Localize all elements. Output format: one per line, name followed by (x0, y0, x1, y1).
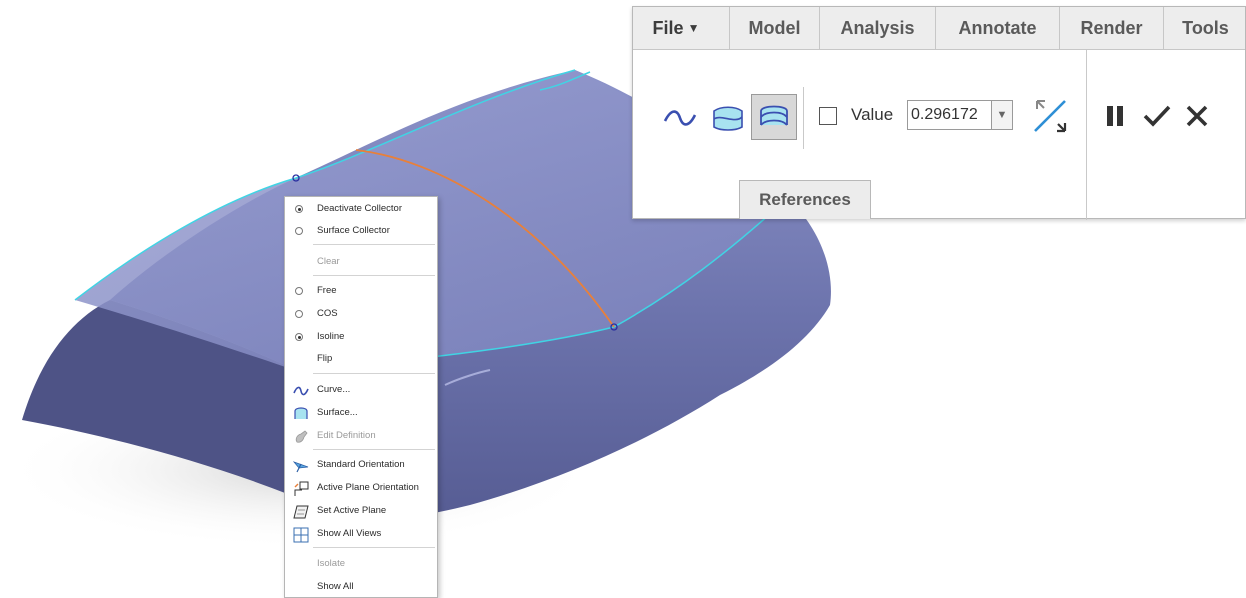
flip-direction-icon[interactable] (1031, 97, 1069, 135)
radio-unselected (295, 227, 303, 235)
tab-file-label: File (652, 18, 684, 38)
menu-item-label: COS (317, 308, 338, 319)
menu-item-edit-definition: Edit Definition (285, 425, 437, 447)
pause-icon[interactable] (1105, 104, 1127, 128)
menu-item-flip[interactable]: Flip (285, 348, 437, 370)
show-all-views-icon (293, 527, 309, 543)
tab-render[interactable]: Render (1059, 7, 1163, 49)
menu-item-label: Flip (317, 353, 333, 364)
menu-item-deactivate-collector[interactable]: Deactivate Collector (285, 198, 437, 220)
radio-selected (295, 333, 303, 341)
menu-separator (313, 244, 435, 245)
menu-item-label: Show All Views (317, 528, 382, 539)
menu-item-label: Deactivate Collector (317, 203, 403, 214)
radio-selected (295, 205, 303, 213)
menu-item-label: Clear (317, 256, 340, 267)
menu-item-label: Active Plane Orientation (317, 482, 419, 493)
standard-orientation-icon (293, 461, 309, 473)
active-plane-orientation-icon (294, 481, 309, 496)
tab-model[interactable]: Model (729, 7, 819, 49)
menu-item-set-active-plane[interactable]: Set Active Plane (285, 500, 437, 522)
menu-item-label: Set Active Plane (317, 505, 387, 516)
tab-file[interactable]: File ▼ (633, 7, 719, 49)
menu-item-label: Free (317, 285, 337, 296)
value-dropdown[interactable]: ▼ (991, 100, 1013, 130)
ribbon-panel: File ▼ Model Analysis Annotate Render Too… (632, 6, 1246, 220)
menu-item-free[interactable]: Free (285, 280, 437, 302)
menu-item-isoline[interactable]: Isoline (285, 326, 437, 348)
close-icon[interactable] (1185, 104, 1209, 128)
tab-analysis[interactable]: Analysis (819, 7, 935, 49)
menu-item-label: Standard Orientation (317, 459, 405, 470)
menu-item-surface[interactable]: Surface... (285, 402, 437, 424)
references-tab[interactable]: References (739, 180, 871, 219)
menu-item-active-plane-orientation[interactable]: Active Plane Orientation (285, 477, 437, 499)
chevron-down-icon: ▼ (687, 21, 700, 35)
menu-item-standard-orientation[interactable]: Standard Orientation (285, 454, 437, 476)
value-label: Value (851, 105, 894, 124)
menu-separator (313, 449, 435, 450)
ribbon-separator (803, 87, 804, 149)
menu-item-clear: Clear (285, 251, 437, 273)
value-checkbox[interactable] (819, 107, 837, 125)
ribbon-tab-bar: File ▼ Model Analysis Annotate Render Too… (633, 7, 1245, 50)
tab-tools[interactable]: Tools (1163, 7, 1246, 49)
menu-item-label: Isolate (317, 558, 345, 569)
menu-item-isolate: Isolate (285, 553, 437, 575)
menu-item-show-all[interactable]: Show All (285, 576, 437, 598)
menu-item-show-all-views[interactable]: Show All Views (285, 523, 437, 545)
surface-icon[interactable] (711, 103, 745, 133)
surface-isoline-button[interactable] (751, 94, 797, 140)
chevron-down-icon: ▼ (996, 109, 1008, 121)
menu-separator (313, 373, 435, 374)
surface-isoline-icon (760, 105, 788, 126)
menu-separator (313, 275, 435, 276)
radio-unselected (295, 310, 303, 318)
checkmark-icon[interactable] (1143, 104, 1171, 128)
ribbon-separator (1086, 50, 1087, 220)
curve-icon[interactable] (663, 107, 697, 129)
menu-item-label: Show All (317, 581, 354, 592)
menu-item-label: Isoline (317, 331, 345, 342)
context-menu: Deactivate Collector Surface Collector C… (284, 196, 438, 598)
menu-item-label: Surface Collector (317, 225, 390, 236)
tab-annotate[interactable]: Annotate (935, 7, 1059, 49)
menu-item-label: Curve... (317, 384, 351, 395)
menu-item-surface-collector[interactable]: Surface Collector (285, 220, 437, 242)
edit-definition-icon (295, 430, 308, 443)
curve-icon (293, 386, 309, 396)
menu-separator (313, 547, 435, 548)
menu-item-label: Surface... (317, 407, 358, 418)
value-input[interactable] (907, 100, 991, 130)
menu-item-cos[interactable]: COS (285, 303, 437, 325)
menu-item-label: Edit Definition (317, 430, 376, 441)
radio-unselected (295, 287, 303, 295)
menu-item-curve[interactable]: Curve... (285, 379, 437, 401)
surface-icon (294, 407, 308, 419)
set-active-plane-icon (293, 505, 309, 519)
